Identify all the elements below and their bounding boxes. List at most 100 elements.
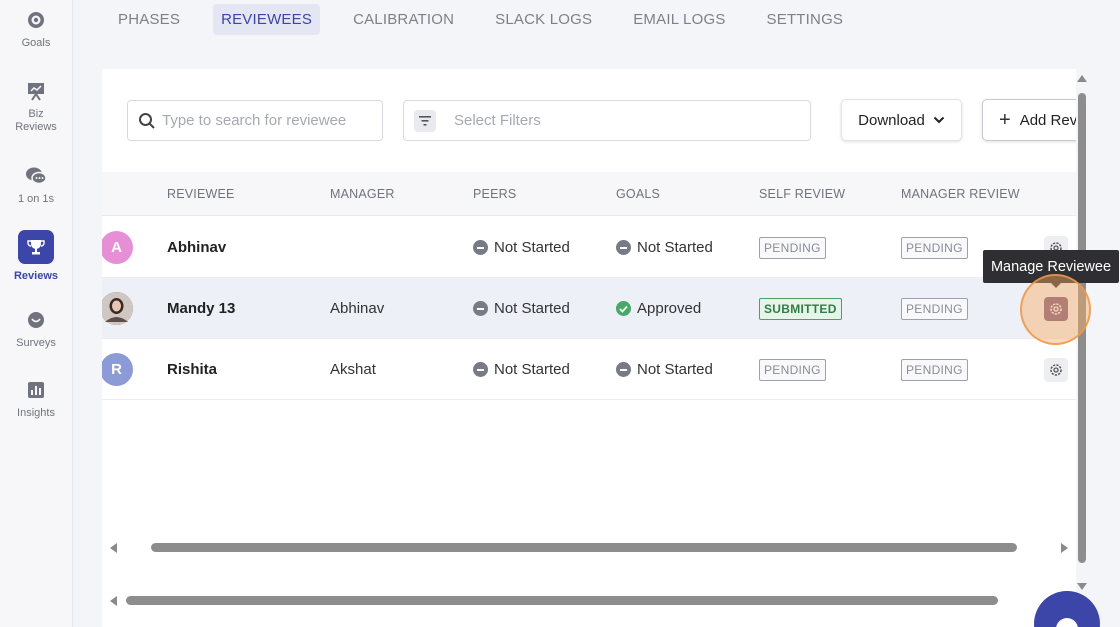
sidebar-item-insights[interactable]: Insights <box>0 379 72 420</box>
tab-settings[interactable]: SETTINGS <box>759 4 852 35</box>
check-circle-icon <box>616 301 631 316</box>
peers-status-label: Not Started <box>494 300 570 317</box>
self-review-status: PENDING <box>759 217 826 278</box>
sidebar-item-goals[interactable]: Goals <box>0 9 72 50</box>
status-badge: PENDING <box>901 236 968 259</box>
manager-name: Akshat <box>330 361 376 378</box>
chat-bubbles-icon <box>25 165 47 187</box>
tab-reviewees[interactable]: REVIEWEES <box>213 3 321 35</box>
goals-status: Not Started <box>616 339 713 400</box>
filters-select[interactable]: Select Filters <box>403 100 811 141</box>
survey-icon <box>25 309 47 331</box>
not-started-icon <box>616 240 631 255</box>
add-reviewee-button[interactable]: + Add Rev <box>982 99 1076 141</box>
sidebar-item-label: Insights <box>17 407 55 419</box>
chat-icon <box>1056 618 1078 627</box>
presentation-icon <box>25 80 47 102</box>
add-reviewee-label: Add Rev <box>1019 111 1076 129</box>
manager-review-status: PENDING <box>901 217 968 278</box>
scrollbar-thumb[interactable] <box>1078 93 1086 563</box>
column-header-goals[interactable]: GOALS <box>616 172 660 216</box>
download-button[interactable]: Download <box>841 99 962 141</box>
profile-photo-icon <box>102 292 133 325</box>
plus-icon: + <box>999 108 1011 131</box>
sidebar-item-surveys[interactable]: Surveys <box>0 309 72 350</box>
goals-status: Not Started <box>616 217 713 278</box>
reviewee-name[interactable]: Abhinav <box>167 217 226 278</box>
avatar: A <box>102 231 133 264</box>
column-header-manager-review[interactable]: MANAGER REVIEW <box>901 172 1020 216</box>
scroll-up-arrow-icon[interactable] <box>1077 75 1087 82</box>
manager-review-status: PENDING <box>901 339 968 400</box>
table-horizontal-scrollbar[interactable] <box>110 543 1068 553</box>
scroll-left-arrow-icon[interactable] <box>110 543 117 553</box>
avatar <box>102 292 133 325</box>
table-header: REVIEWEE MANAGER PEERS GOALS SELF REVIEW… <box>102 172 1076 216</box>
column-header-manager[interactable]: MANAGER <box>330 172 395 216</box>
manager-name: Abhinav <box>330 300 385 317</box>
goals-status: Approved <box>616 278 701 339</box>
row-actions <box>1044 339 1068 400</box>
column-header-self-review[interactable]: SELF REVIEW <box>759 172 845 216</box>
tab-phases[interactable]: PHASES <box>110 4 188 35</box>
table-row[interactable]: Mandy 13 Abhinav Not Started Approved SU… <box>102 278 1076 339</box>
table-row[interactable]: A Abhinav Not Started Not Started PENDIN… <box>102 217 1076 278</box>
sidebar: Goals Biz Reviews 1 on 1s Reviews Survey… <box>0 0 73 627</box>
vertical-scrollbar[interactable] <box>1076 75 1088 590</box>
page-horizontal-scrollbar[interactable] <box>110 596 1010 606</box>
bar-chart-icon <box>25 379 47 401</box>
scroll-right-arrow-icon[interactable] <box>1061 543 1068 553</box>
trophy-icon <box>18 230 54 264</box>
gear-icon <box>1050 363 1062 376</box>
scroll-left-arrow-icon[interactable] <box>110 596 117 606</box>
goals-status-label: Approved <box>637 300 702 317</box>
scrollbar-thumb[interactable] <box>126 596 998 605</box>
manager-review-status: PENDING <box>901 278 968 339</box>
peers-status: Not Started <box>473 217 570 278</box>
status-badge: SUBMITTED <box>759 297 842 320</box>
sidebar-item-label: Goals <box>21 37 51 49</box>
filter-icon <box>414 109 436 132</box>
tab-slack-logs[interactable]: SLACK LOGS <box>487 4 600 35</box>
reviewee-name[interactable]: Mandy 13 <box>167 278 235 339</box>
manage-reviewee-button[interactable] <box>1044 357 1068 382</box>
tab-calibration[interactable]: CALIBRATION <box>345 4 462 35</box>
search-icon <box>139 112 155 129</box>
column-header-peers[interactable]: PEERS <box>473 172 516 216</box>
self-review-status: SUBMITTED <box>759 278 842 339</box>
peers-status-label: Not Started <box>494 361 570 378</box>
avatar: R <box>102 353 133 386</box>
status-badge: PENDING <box>759 236 826 259</box>
manage-reviewee-button[interactable] <box>1044 296 1068 321</box>
download-label: Download <box>858 111 925 129</box>
sidebar-item-reviews[interactable]: Reviews <box>0 230 72 283</box>
scrollbar-thumb[interactable] <box>151 543 1017 552</box>
not-started-icon <box>473 362 488 377</box>
goals-status-label: Not Started <box>637 239 713 256</box>
not-started-icon <box>473 301 488 316</box>
peers-status: Not Started <box>473 339 570 400</box>
not-started-icon <box>616 362 631 377</box>
goals-icon <box>25 9 47 31</box>
sidebar-item-label: Reviews <box>13 270 59 282</box>
goals-status-label: Not Started <box>637 361 713 378</box>
sidebar-item-label: Surveys <box>16 337 56 349</box>
table-row[interactable]: R Rishita Akshat Not Started Not Started… <box>102 339 1076 400</box>
column-header-reviewee[interactable]: REVIEWEE <box>167 172 235 216</box>
peers-status-label: Not Started <box>494 239 570 256</box>
scroll-down-arrow-icon[interactable] <box>1077 583 1087 590</box>
filters-placeholder: Select Filters <box>454 112 541 129</box>
search-input[interactable] <box>162 112 372 129</box>
sidebar-item-1on1s[interactable]: 1 on 1s <box>0 165 72 206</box>
tab-email-logs[interactable]: EMAIL LOGS <box>625 4 733 35</box>
self-review-status: PENDING <box>759 339 826 400</box>
search-box[interactable] <box>127 100 383 141</box>
reviewee-name[interactable]: Rishita <box>167 339 217 400</box>
status-badge: PENDING <box>901 358 968 381</box>
reviewees-panel: Select Filters Download + Add Rev REVIEW… <box>102 69 1076 627</box>
sidebar-item-biz-reviews[interactable]: Biz Reviews <box>0 80 72 134</box>
manage-reviewee-tooltip: Manage Reviewee <box>983 250 1119 288</box>
status-badge: PENDING <box>901 297 968 320</box>
peers-status: Not Started <box>473 278 570 339</box>
review-tabs: PHASES REVIEWEES CALIBRATION SLACK LOGS … <box>104 2 876 36</box>
